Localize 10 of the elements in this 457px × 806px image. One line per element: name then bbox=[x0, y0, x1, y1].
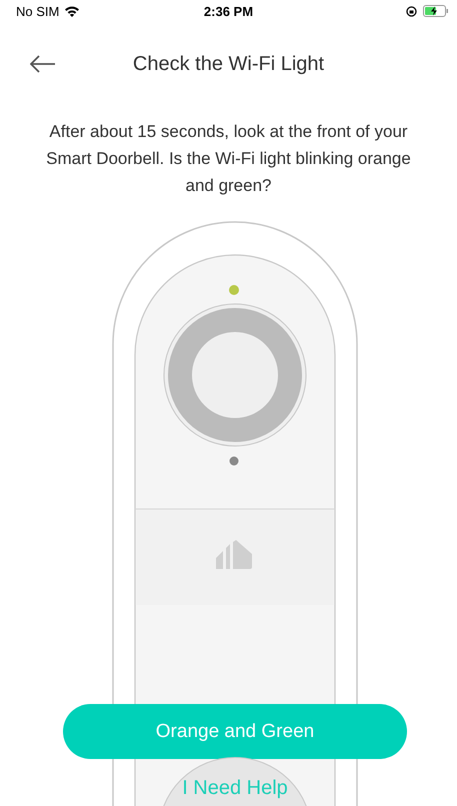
back-button[interactable] bbox=[28, 53, 58, 75]
orientation-lock-icon bbox=[406, 6, 417, 16]
battery-charging-icon bbox=[423, 5, 449, 17]
wifi-icon bbox=[64, 5, 80, 17]
instruction-text: After about 15 seconds, look at the front of your Smart Doorbell. Is the Wi-Fi light blinking orange and green? bbox=[45, 121, 412, 197]
screen-title: Check the Wi-Fi Light bbox=[132, 52, 324, 76]
confirm-button[interactable]: Orange and Green bbox=[63, 704, 407, 759]
back-arrow-icon bbox=[30, 55, 56, 73]
clock-time: 2:36 PM bbox=[204, 4, 254, 18]
carrier-text: No SIM bbox=[16, 4, 60, 18]
